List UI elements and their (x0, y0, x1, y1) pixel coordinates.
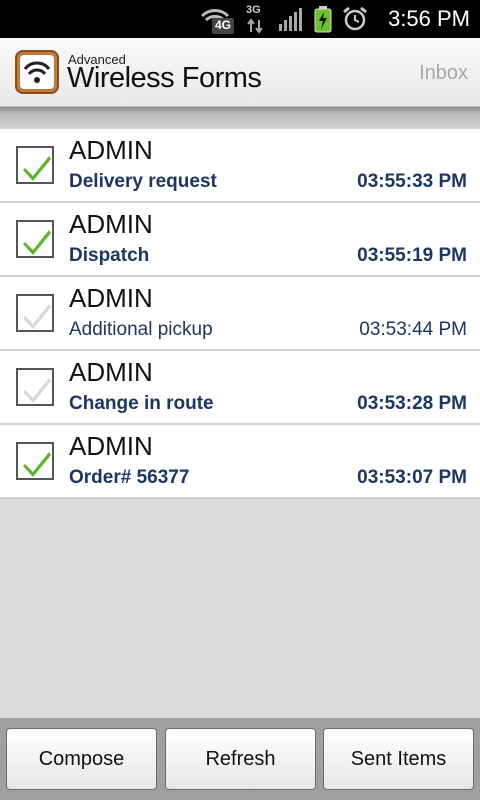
message-row[interactable]: ADMIN Order# 56377 03:53:07 PM (0, 425, 480, 499)
message-checkbox[interactable] (16, 368, 54, 406)
message-checkbox[interactable] (16, 442, 54, 480)
wifi-4g-icon: 4G (200, 4, 234, 34)
checkmark-icon (23, 230, 51, 255)
header-shadow (0, 107, 480, 129)
message-row[interactable]: ADMIN Additional pickup 03:53:44 PM (0, 277, 480, 351)
network-label: 4G (215, 18, 232, 32)
checkmark-icon (23, 304, 51, 329)
message-row[interactable]: ADMIN Delivery request 03:55:33 PM (0, 129, 480, 203)
refresh-button[interactable]: Refresh (165, 728, 316, 790)
status-time: 3:56 PM (388, 6, 470, 31)
message-subject: Change in route (69, 393, 214, 414)
message-subject: Dispatch (69, 245, 150, 266)
message-time: 03:53:28 PM (357, 393, 467, 414)
message-sender: ADMIN (69, 209, 153, 239)
battery-charging-icon (314, 5, 332, 33)
checkmark-icon (23, 378, 51, 403)
bottom-toolbar: Compose Refresh Sent Items (0, 718, 480, 800)
3g-data-icon: 3G (244, 4, 268, 34)
message-sender: ADMIN (69, 431, 153, 461)
message-subject: Additional pickup (69, 319, 213, 340)
message-checkbox[interactable] (16, 146, 54, 184)
compose-button[interactable]: Compose (6, 728, 157, 790)
message-sender: ADMIN (69, 283, 153, 313)
sent-items-button[interactable]: Sent Items (323, 728, 474, 790)
alarm-icon (342, 6, 368, 32)
app-logo-icon (15, 50, 59, 94)
message-subject: Delivery request (69, 171, 217, 192)
message-list[interactable]: ADMIN Delivery request 03:55:33 PM ADMIN… (0, 129, 480, 499)
checkmark-icon (23, 452, 51, 477)
signal-icon (278, 6, 304, 32)
screen-title: Inbox (419, 62, 468, 84)
message-time: 03:53:07 PM (357, 467, 467, 488)
app-header: Advanced Wireless Forms Inbox (0, 38, 480, 107)
status-bar: 4G 3G 3:56 PM (0, 0, 480, 38)
message-time: 03:55:19 PM (357, 245, 467, 266)
message-checkbox[interactable] (16, 220, 54, 258)
message-sender: ADMIN (69, 135, 153, 165)
message-checkbox[interactable] (16, 294, 54, 332)
message-sender: ADMIN (69, 357, 153, 387)
status-icons: 4G 3G (200, 4, 368, 34)
message-time: 03:55:33 PM (357, 171, 467, 192)
checkmark-icon (23, 156, 51, 181)
message-time: 03:53:44 PM (359, 319, 467, 340)
app-name-large: Wireless Forms (67, 62, 262, 94)
message-subject: Order# 56377 (69, 467, 190, 488)
message-row[interactable]: ADMIN Dispatch 03:55:19 PM (0, 203, 480, 277)
message-row[interactable]: ADMIN Change in route 03:53:28 PM (0, 351, 480, 425)
